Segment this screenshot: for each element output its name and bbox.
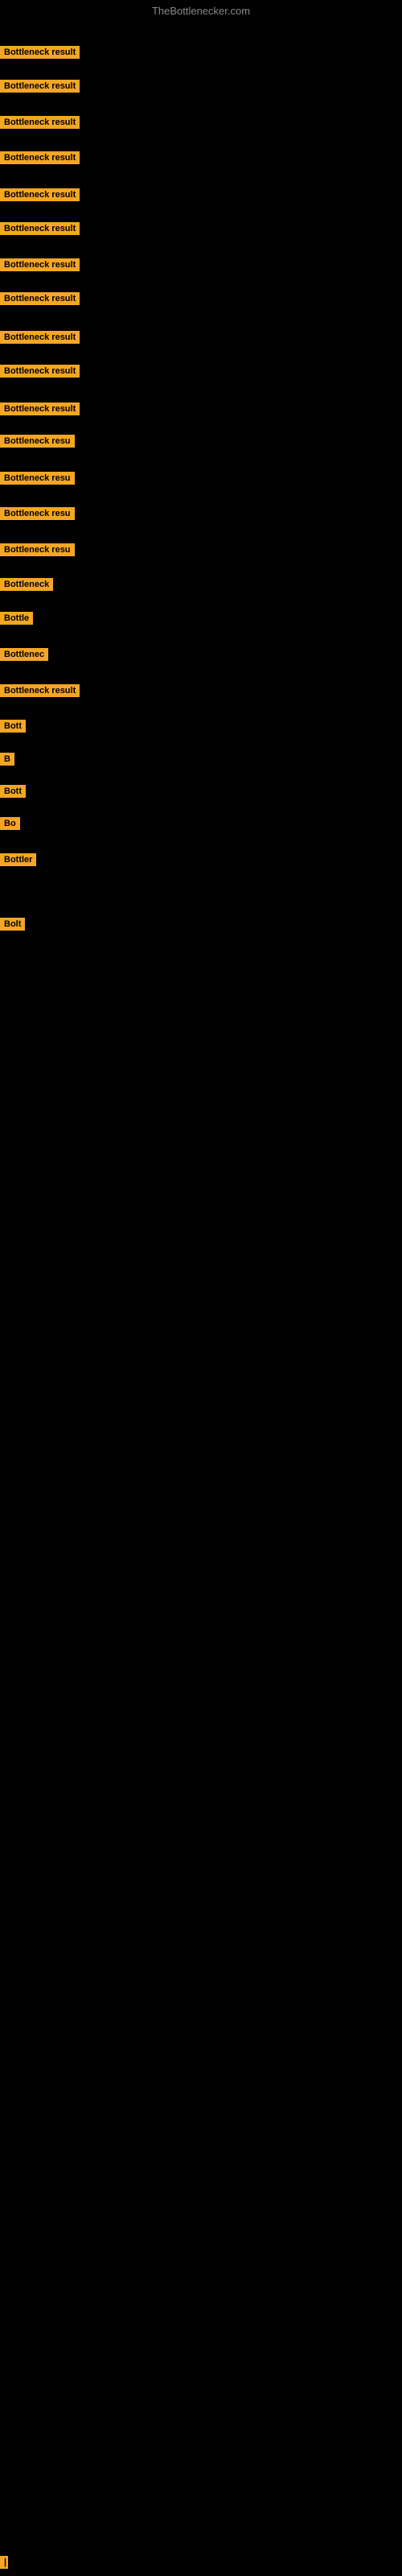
badge-label-10: Bottleneck result	[0, 365, 80, 378]
bottleneck-badge-5[interactable]: Bottleneck result	[0, 188, 80, 205]
bottleneck-badge-21[interactable]: B	[0, 753, 14, 770]
badge-label-26: |	[0, 2556, 8, 2569]
bottleneck-badge-7[interactable]: Bottleneck result	[0, 258, 80, 275]
bottleneck-badge-25[interactable]: Bolt	[0, 918, 25, 935]
bottleneck-badge-8[interactable]: Bottleneck result	[0, 292, 80, 309]
bottleneck-badge-15[interactable]: Bottleneck resu	[0, 543, 75, 560]
bottleneck-badge-26[interactable]: |	[0, 2556, 8, 2573]
badge-label-22: Bott	[0, 785, 26, 798]
badge-label-19: Bottleneck result	[0, 684, 80, 697]
badge-label-23: Bo	[0, 817, 20, 830]
badge-label-16: Bottleneck	[0, 578, 53, 591]
badge-label-6: Bottleneck result	[0, 222, 80, 235]
badge-label-15: Bottleneck resu	[0, 543, 75, 556]
badge-label-1: Bottleneck result	[0, 46, 80, 59]
badge-label-13: Bottleneck resu	[0, 472, 75, 485]
bottleneck-badge-9[interactable]: Bottleneck result	[0, 331, 80, 348]
bottleneck-badge-20[interactable]: Bott	[0, 720, 26, 737]
badge-label-21: B	[0, 753, 14, 766]
bottleneck-badge-23[interactable]: Bo	[0, 817, 20, 834]
bottleneck-badge-2[interactable]: Bottleneck result	[0, 80, 80, 97]
bottleneck-badge-16[interactable]: Bottleneck	[0, 578, 53, 595]
bottleneck-badge-3[interactable]: Bottleneck result	[0, 116, 80, 133]
badge-label-20: Bott	[0, 720, 26, 733]
badge-label-8: Bottleneck result	[0, 292, 80, 305]
bottleneck-badge-10[interactable]: Bottleneck result	[0, 365, 80, 382]
badge-label-24: Bottler	[0, 853, 36, 866]
bottleneck-badge-14[interactable]: Bottleneck resu	[0, 507, 75, 524]
badge-label-25: Bolt	[0, 918, 25, 931]
bottleneck-badge-22[interactable]: Bott	[0, 785, 26, 802]
site-title: TheBottlenecker.com	[0, 2, 402, 20]
badge-label-5: Bottleneck result	[0, 188, 80, 201]
badge-label-12: Bottleneck resu	[0, 435, 75, 448]
badge-label-17: Bottle	[0, 612, 33, 625]
badge-label-7: Bottleneck result	[0, 258, 80, 271]
badge-label-11: Bottleneck result	[0, 402, 80, 415]
bottleneck-badge-17[interactable]: Bottle	[0, 612, 33, 629]
badge-label-9: Bottleneck result	[0, 331, 80, 344]
bottleneck-badge-19[interactable]: Bottleneck result	[0, 684, 80, 701]
badge-label-3: Bottleneck result	[0, 116, 80, 129]
bottleneck-badge-18[interactable]: Bottlenec	[0, 648, 48, 665]
bottleneck-badge-11[interactable]: Bottleneck result	[0, 402, 80, 419]
bottleneck-badge-6[interactable]: Bottleneck result	[0, 222, 80, 239]
badge-label-4: Bottleneck result	[0, 151, 80, 164]
badge-label-14: Bottleneck resu	[0, 507, 75, 520]
bottleneck-badge-12[interactable]: Bottleneck resu	[0, 435, 75, 452]
badge-label-2: Bottleneck result	[0, 80, 80, 93]
bottleneck-badge-4[interactable]: Bottleneck result	[0, 151, 80, 168]
bottleneck-badge-24[interactable]: Bottler	[0, 853, 36, 870]
bottleneck-badge-1[interactable]: Bottleneck result	[0, 46, 80, 63]
bottleneck-badge-13[interactable]: Bottleneck resu	[0, 472, 75, 489]
badge-label-18: Bottlenec	[0, 648, 48, 661]
